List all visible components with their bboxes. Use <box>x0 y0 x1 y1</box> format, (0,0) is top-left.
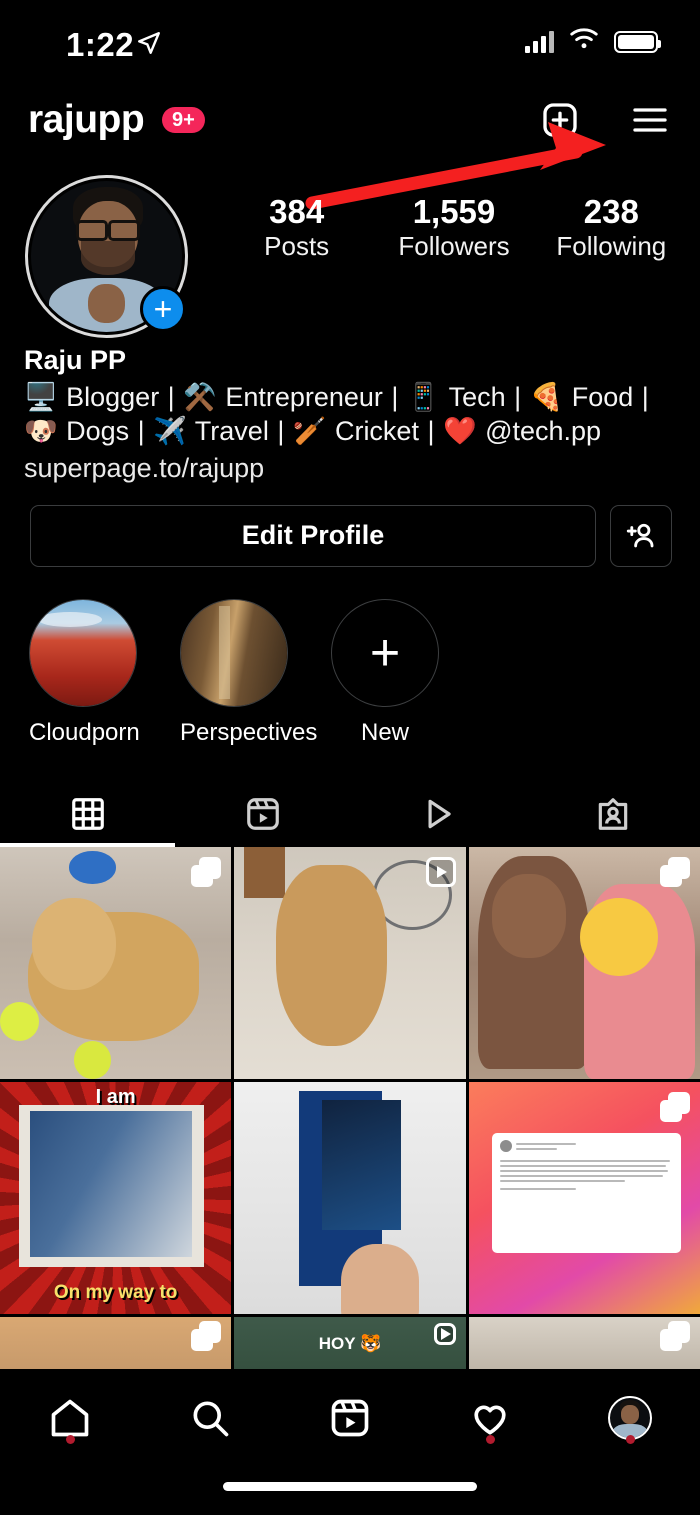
home-icon <box>51 1399 89 1437</box>
heart-icon <box>474 1405 506 1435</box>
bottom-navigation <box>0 1370 700 1515</box>
home-indicator <box>223 1482 477 1491</box>
story-highlights: Cloudporn Perspectives + New <box>0 567 700 747</box>
profile-stats: 384 Posts 1,559 Followers 238 Following <box>218 193 690 262</box>
battery-full-icon <box>614 30 661 53</box>
instagram-profile-screen: 1:22 rajupp 9+ + 384 Posts 1,559 Followe… <box>0 0 700 1515</box>
stat-followers[interactable]: 1,559 Followers <box>375 193 532 262</box>
add-story-plus-icon[interactable]: + <box>140 286 186 332</box>
status-bar: 1:22 <box>0 0 700 90</box>
reels-icon <box>246 797 279 830</box>
stat-following[interactable]: 238 Following <box>533 193 690 262</box>
post-item[interactable] <box>234 846 466 1079</box>
post-item[interactable]: I am On my way to <box>0 1081 232 1314</box>
carousel-icon <box>191 856 222 887</box>
notification-dot <box>65 1435 75 1444</box>
grid-tab[interactable] <box>0 781 175 847</box>
profile-summary: + 384 Posts 1,559 Followers 238 Followin… <box>0 168 700 343</box>
post-item[interactable] <box>468 846 700 1079</box>
tagged-person-icon <box>598 797 627 830</box>
highlight-new[interactable]: + New <box>331 598 439 747</box>
notification-badge: 9+ <box>162 107 205 133</box>
highlight-perspectives[interactable]: Perspectives <box>180 598 318 747</box>
reel-icon <box>425 856 456 887</box>
highlight-label: Perspectives <box>180 718 318 746</box>
nav-home[interactable] <box>0 1370 140 1466</box>
hamburger-menu-icon[interactable] <box>626 96 674 144</box>
full-name: Raju PP <box>24 345 127 375</box>
highlight-cover <box>180 598 288 707</box>
bio-text: 🖥️ Blogger | ⚒️ Entrepreneur | 📱 Tech | … <box>24 382 649 447</box>
tagged-tab[interactable] <box>525 781 700 847</box>
following-label: Following <box>556 230 667 261</box>
highlight-label: New <box>360 718 409 746</box>
post-item[interactable] <box>468 1316 700 1369</box>
status-indicators <box>525 28 661 55</box>
nav-search[interactable] <box>140 1370 280 1466</box>
profile-actions: Edit Profile <box>0 487 700 567</box>
posts-count: 384 <box>269 193 325 230</box>
nav-activity[interactable] <box>420 1370 560 1466</box>
post-item[interactable] <box>0 846 232 1079</box>
grid-icon <box>71 797 104 830</box>
post-item[interactable] <box>0 1316 232 1369</box>
add-person-icon[interactable] <box>610 504 672 567</box>
nav-reels[interactable] <box>280 1370 420 1466</box>
post-item[interactable] <box>468 1081 700 1314</box>
search-icon <box>193 1401 229 1437</box>
nav-profile[interactable] <box>560 1370 700 1466</box>
post-grid: I am On my way to HOY 🐯 <box>0 846 700 1369</box>
notification-dot <box>485 1435 495 1444</box>
followers-count: 1,559 <box>412 193 496 230</box>
highlight-cover <box>29 598 137 707</box>
profile-tabs <box>0 781 700 847</box>
edit-profile-button[interactable]: Edit Profile <box>30 504 596 567</box>
plus-icon: + <box>331 598 439 707</box>
play-triangle-icon <box>428 799 451 828</box>
location-arrow-icon <box>136 30 162 61</box>
page-title[interactable]: rajupp <box>28 98 145 142</box>
following-count: 238 <box>583 193 639 230</box>
meme-bottom-text: On my way to <box>53 1282 178 1304</box>
add-post-icon[interactable] <box>536 96 584 144</box>
avatar[interactable]: + <box>25 175 188 338</box>
carousel-icon <box>191 1320 222 1351</box>
igtv-tab[interactable] <box>350 781 525 847</box>
notification-dot <box>625 1435 635 1444</box>
profile-bio: Raju PP 🖥️ Blogger | ⚒️ Entrepreneur | 📱… <box>0 343 700 487</box>
status-time: 1:22 <box>66 26 135 63</box>
followers-label: Followers <box>398 230 510 261</box>
carousel-icon <box>659 856 690 887</box>
meme-top-text: I am <box>95 1086 136 1109</box>
wifi-icon <box>569 28 599 55</box>
carousel-icon <box>659 1320 690 1351</box>
reels-tab[interactable] <box>175 781 350 847</box>
reel-icon <box>433 1322 456 1345</box>
video-caption: HOY 🐯 <box>318 1334 382 1354</box>
highlight-cloudporn[interactable]: Cloudporn <box>29 598 140 747</box>
header-actions <box>536 96 674 144</box>
carousel-icon <box>659 1091 690 1122</box>
post-item[interactable]: HOY 🐯 <box>234 1316 466 1369</box>
profile-header: rajupp 9+ <box>0 90 700 168</box>
profile-avatar-icon <box>608 1396 652 1440</box>
stat-posts[interactable]: 384 Posts <box>218 193 375 262</box>
cellular-signal-icon <box>525 30 554 53</box>
posts-label: Posts <box>264 230 330 261</box>
post-item[interactable] <box>234 1081 466 1314</box>
reels-icon <box>331 1399 369 1437</box>
bio-link[interactable]: superpage.to/rajupp <box>24 451 676 487</box>
highlight-label: Cloudporn <box>29 718 140 746</box>
